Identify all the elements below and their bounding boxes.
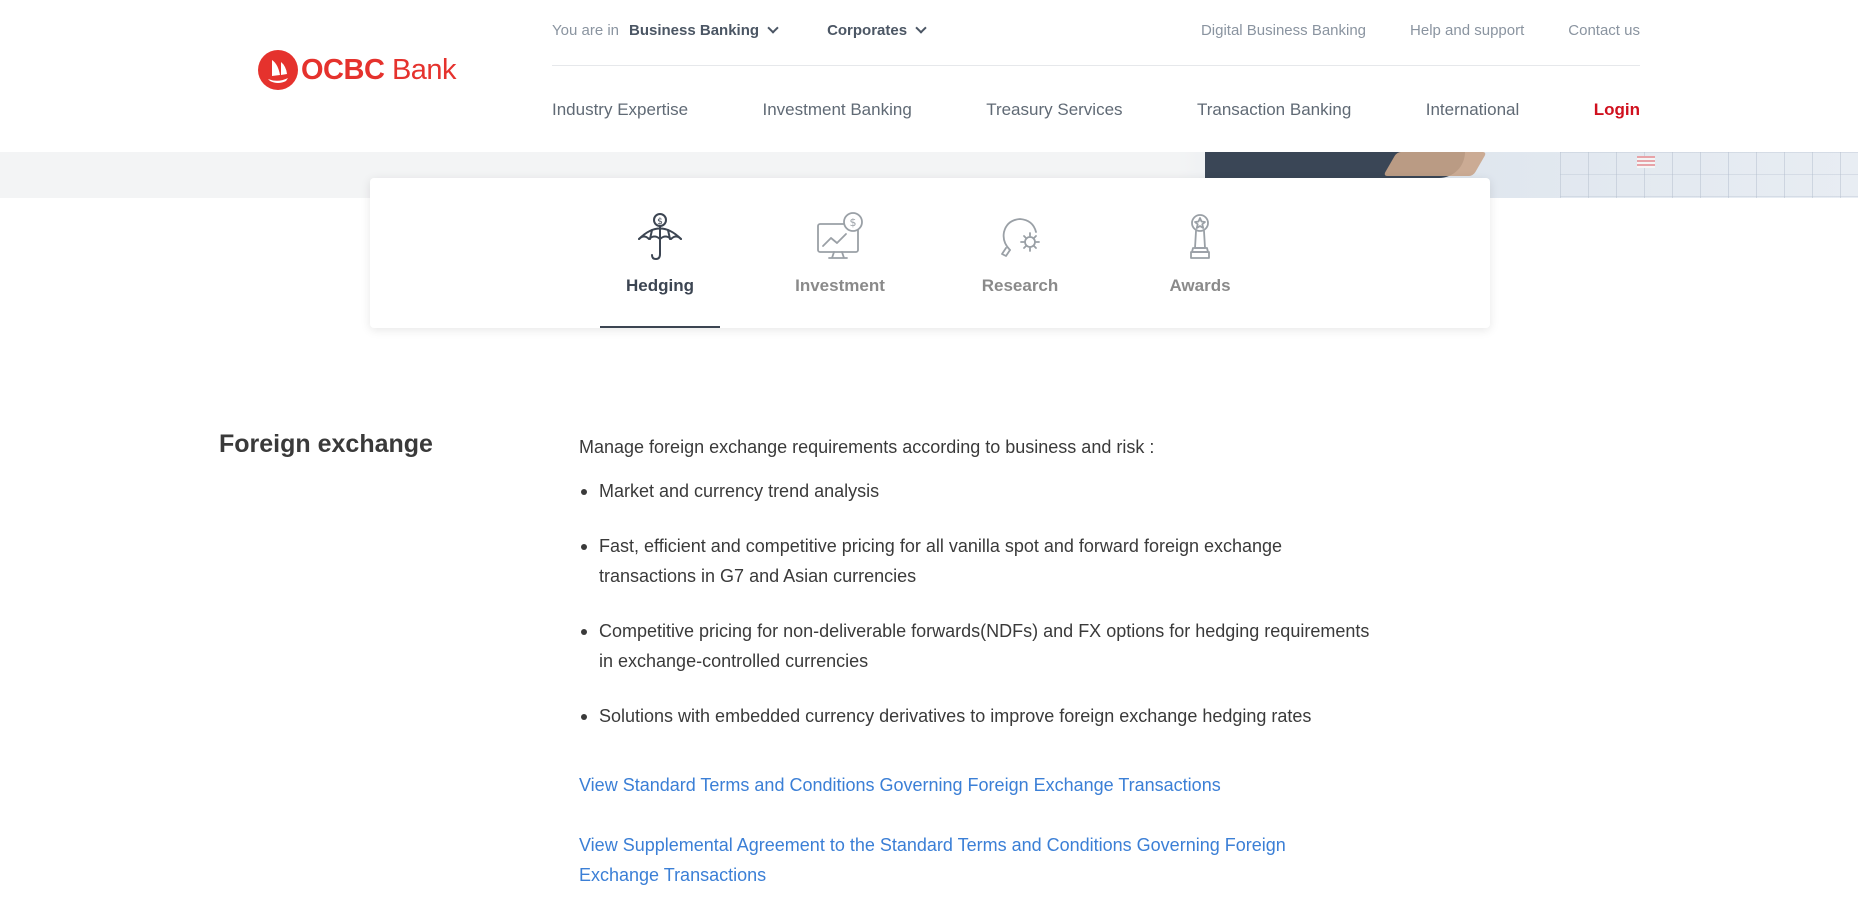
- section-title: Foreign exchange: [219, 430, 433, 458]
- trophy-icon: [1190, 214, 1210, 259]
- tab-hedging-label: Hedging: [626, 276, 694, 295]
- hero-photo-flag: [1637, 156, 1655, 168]
- nav-transaction-banking[interactable]: Transaction Banking: [1197, 100, 1351, 120]
- monitor-chart-icon: $: [817, 212, 863, 259]
- header-divider: [552, 65, 1640, 66]
- list-item: Competitive pricing for non-deliverable …: [579, 616, 1379, 676]
- tab-research[interactable]: Research: [960, 178, 1080, 328]
- feature-list: Market and currency trend analysis Fast,…: [579, 476, 1379, 731]
- nav-industry-expertise[interactable]: Industry Expertise: [552, 100, 688, 120]
- digital-business-banking-link[interactable]: Digital Business Banking: [1201, 22, 1366, 39]
- tab-investment-label: Investment: [795, 276, 885, 295]
- list-item: Fast, efficient and competitive pricing …: [579, 531, 1379, 591]
- section-intro: Manage foreign exchange requirements acc…: [579, 437, 1155, 457]
- hero-photo-hand: [1383, 152, 1487, 176]
- tab-investment[interactable]: $ Investment: [780, 178, 900, 328]
- tab-awards[interactable]: Awards: [1140, 178, 1260, 328]
- logo-wordmark-rest: Bank: [391, 53, 457, 86]
- chevron-down-icon: [767, 21, 779, 34]
- sub-segment-label: Corporates: [827, 21, 908, 39]
- nav-treasury-services[interactable]: Treasury Services: [986, 100, 1122, 120]
- contact-us-link[interactable]: Contact us: [1568, 22, 1640, 39]
- help-and-support-link[interactable]: Help and support: [1410, 22, 1524, 39]
- utility-bar: You are in Business Banking Corporates D…: [552, 18, 1640, 42]
- tab-hedging[interactable]: $ Hedging: [600, 178, 720, 328]
- main-nav: Industry Expertise Investment Banking Tr…: [552, 98, 1640, 122]
- tab-research-label: Research: [981, 276, 1059, 295]
- list-item: Solutions with embedded currency derivat…: [579, 701, 1379, 731]
- logo-wordmark-bold: OCBC: [301, 53, 385, 86]
- tab-awards-label: Awards: [1169, 276, 1231, 295]
- chevron-down-icon: [915, 21, 927, 34]
- sub-segment-dropdown[interactable]: Corporates: [827, 21, 927, 39]
- nav-international[interactable]: International: [1426, 100, 1520, 120]
- you-are-in-label: You are in: [552, 21, 620, 39]
- login-link[interactable]: Login: [1594, 100, 1640, 120]
- hero-photo-windows: [1560, 152, 1858, 198]
- logo-wordmark: OCBC Bank: [301, 53, 457, 87]
- list-item: Market and currency trend analysis: [579, 476, 1379, 506]
- utility-links: Digital Business Banking Help and suppor…: [1201, 22, 1640, 39]
- ocbc-logo[interactable]: OCBC Bank: [258, 49, 457, 91]
- lightbulb-gear-icon: [1001, 218, 1040, 257]
- nav-investment-banking[interactable]: Investment Banking: [762, 100, 911, 120]
- segment-label: Business Banking: [629, 21, 760, 39]
- service-tabs: $ Hedging $ Investment Research Awards: [370, 178, 1490, 328]
- site-header: OCBC Bank You are in Business Banking Co…: [0, 0, 1858, 152]
- supplemental-agreement-link[interactable]: View Supplemental Agreement to the Stand…: [579, 830, 1359, 890]
- svg-text:$: $: [850, 216, 857, 229]
- section-content: Manage foreign exchange requirements acc…: [579, 432, 1379, 731]
- umbrella-dollar-icon: $: [638, 213, 682, 260]
- ocbc-sail-logo-icon: [258, 50, 298, 90]
- standard-terms-link[interactable]: View Standard Terms and Conditions Gover…: [579, 770, 1359, 800]
- document-links: View Standard Terms and Conditions Gover…: [579, 770, 1359, 890]
- segment-dropdown[interactable]: Business Banking: [629, 21, 779, 39]
